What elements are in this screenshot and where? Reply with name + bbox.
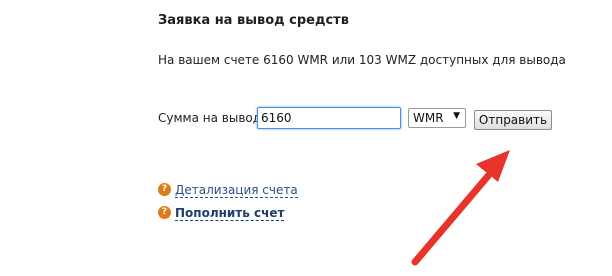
- question-circle-icon: ?: [158, 183, 171, 196]
- triangle-down-icon: ▼: [453, 111, 460, 121]
- submit-button[interactable]: Отправить: [474, 110, 552, 130]
- question-circle-icon: ?: [158, 206, 171, 219]
- top-up-account-link[interactable]: Пополнить счет: [175, 205, 285, 221]
- annotation-arrow: [411, 150, 510, 266]
- account-details-link[interactable]: Детализация счета: [175, 182, 298, 198]
- details-link-row: ? Детализация счета: [158, 182, 298, 198]
- currency-select[interactable]: WMR ▼: [408, 108, 466, 128]
- amount-label: Сумма на вывод: [158, 111, 262, 125]
- balance-info: На вашем счете 6160 WMR или 103 WMZ дост…: [158, 53, 566, 67]
- arrow-head: [476, 150, 510, 182]
- page-title: Заявка на вывод средств: [158, 13, 349, 28]
- arrow-shaft: [411, 172, 492, 266]
- amount-input[interactable]: [257, 107, 401, 129]
- topup-link-row: ? Пополнить счет: [158, 205, 285, 221]
- currency-selected-value: WMR: [413, 111, 444, 125]
